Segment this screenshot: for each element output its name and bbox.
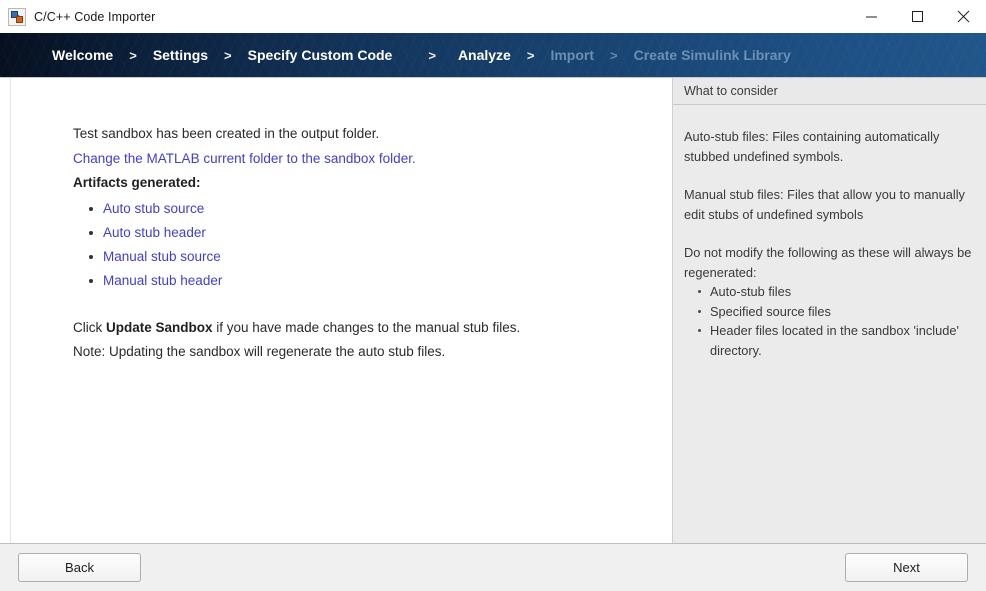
step-separator-3: > <box>428 48 436 63</box>
step-separator-5: > <box>610 48 618 63</box>
step-separator-2: > <box>224 48 232 63</box>
list-item: Manual stub source <box>103 245 672 269</box>
app-window: C/C++ Code Importer Welc <box>0 0 986 591</box>
maximize-button[interactable] <box>894 0 940 33</box>
click-instruction-bold: Update Sandbox <box>106 320 213 335</box>
close-button[interactable] <box>940 0 986 33</box>
what-to-consider-body: Auto-stub files: Files containing automa… <box>673 105 986 360</box>
list-item: Manual stub header <box>103 269 672 293</box>
step-specify-custom-code[interactable]: Specify Custom Code <box>248 47 393 63</box>
click-instruction-suffix: if you have made changes to the manual s… <box>213 320 521 335</box>
main-panel-content: Test sandbox has been created in the out… <box>0 78 672 365</box>
artifacts-heading: Artifacts generated: <box>73 171 672 196</box>
step-separator-4: > <box>527 48 535 63</box>
list-item: Auto stub header <box>103 221 672 245</box>
click-instruction-line: Click Update Sandbox if you have made ch… <box>73 316 672 341</box>
auto-stub-description: Auto-stub files: Files containing automa… <box>684 127 972 166</box>
list-item: Auto-stub files <box>710 282 972 302</box>
wizard-step-list: Welcome > Settings > Specify Custom Code… <box>0 47 986 63</box>
content-area: Test sandbox has been created in the out… <box>0 78 986 544</box>
wizard-footer: Back Next <box>0 544 986 591</box>
step-create-simulink-library[interactable]: Create Simulink Library <box>634 47 791 63</box>
step-analyze[interactable]: Analyze <box>458 47 511 63</box>
what-to-consider-title: What to consider <box>684 84 778 98</box>
what-to-consider-header: What to consider <box>673 78 986 105</box>
step-welcome[interactable]: Welcome <box>52 47 113 63</box>
minimize-button[interactable] <box>848 0 894 33</box>
wizard-step-bar: Welcome > Settings > Specify Custom Code… <box>0 33 986 78</box>
window-title: C/C++ Code Importer <box>34 10 155 24</box>
icon-orange-block <box>16 16 23 23</box>
manual-stub-description: Manual stub files: Files that allow you … <box>684 185 972 224</box>
artifact-link-manual-stub-source[interactable]: Manual stub source <box>103 249 221 264</box>
note-line: Note: Updating the sandbox will regenera… <box>73 340 672 365</box>
status-line: Test sandbox has been created in the out… <box>73 122 672 147</box>
minimize-icon <box>865 10 878 23</box>
window-controls <box>848 0 986 33</box>
step-import[interactable]: Import <box>550 47 594 63</box>
list-item: Specified source files <box>710 302 972 322</box>
click-instruction-prefix: Click <box>73 320 106 335</box>
do-not-modify-intro: Do not modify the following as these wil… <box>684 243 972 282</box>
title-bar: C/C++ Code Importer <box>0 0 986 33</box>
list-item: Auto stub source <box>103 197 672 221</box>
list-item: Header files located in the sandbox 'inc… <box>710 321 972 360</box>
spacer <box>73 293 672 316</box>
step-separator-1: > <box>129 48 137 63</box>
simulink-importer-icon <box>8 8 26 26</box>
artifact-link-auto-stub-source[interactable]: Auto stub source <box>103 201 204 216</box>
artifact-link-manual-stub-header[interactable]: Manual stub header <box>103 273 222 288</box>
main-panel: Test sandbox has been created in the out… <box>0 78 673 543</box>
title-bar-left: C/C++ Code Importer <box>0 8 155 26</box>
step-settings[interactable]: Settings <box>153 47 208 63</box>
do-not-modify-list: Auto-stub files Specified source files H… <box>684 282 972 360</box>
close-icon <box>957 10 970 23</box>
maximize-icon <box>911 10 924 23</box>
next-button[interactable]: Next <box>845 553 968 582</box>
back-button[interactable]: Back <box>18 553 141 582</box>
change-current-folder-link[interactable]: Change the MATLAB current folder to the … <box>73 147 672 172</box>
artifacts-list: Auto stub source Auto stub header Manual… <box>73 197 672 293</box>
what-to-consider-panel: What to consider Auto-stub files: Files … <box>673 78 986 543</box>
artifact-link-auto-stub-header[interactable]: Auto stub header <box>103 225 206 240</box>
